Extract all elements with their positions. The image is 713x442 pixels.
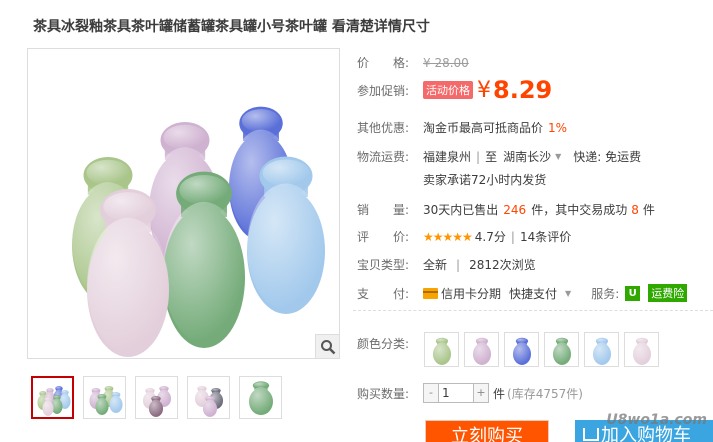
credit-card-icon [423,287,438,299]
shipping-fee: 快递: 免运费 [573,150,642,164]
review-link[interactable]: 14条评价 [520,228,571,245]
sales-suffix: 件 [642,203,655,217]
color-option-6[interactable] [624,332,659,367]
color-option-1[interactable] [424,332,459,367]
rating-label: 评 价: [357,230,410,244]
divider: | [476,149,481,164]
ship-from: 福建泉州 [423,150,472,164]
item-condition: 全新 [423,258,448,272]
payment-row: 支 付: 信用卡分期 快捷支付 ▼ 服务: U 运费险 [357,284,688,302]
other-percent: 1% [548,120,568,135]
rating-stars: ★★★★★ [423,229,473,244]
other-label: 其他优惠: [357,121,410,135]
shipping-row: 物流运费: 福建泉州 | 至 湖南长沙 ▼ 快递: 免运费 [357,148,641,165]
promo-label: 参加促销: [357,83,410,98]
watermark: U8wo1a.com [606,412,707,428]
shield-icon: U [625,285,641,301]
currency-symbol: ¥ [477,77,491,103]
credit-installment[interactable]: 信用卡分期 [441,285,501,302]
service-label: 服务: [591,286,620,301]
quantity-unit: 件 [493,386,506,401]
quantity-row: 购买数量: - 1 + 件 (库存4757件) [357,383,583,403]
quick-pay[interactable]: 快捷支付 [509,285,557,302]
chevron-down-icon[interactable]: ▼ [565,289,571,298]
price-row: 价 格: ¥ 28.00 [357,54,469,71]
rating-score: 4.7分 [474,230,506,244]
cart-icon [583,428,599,441]
color-option-3[interactable] [504,332,539,367]
quantity-stepper: - 1 + [423,383,489,403]
increment-button[interactable]: + [474,384,488,402]
sales-success: 8 [631,202,639,217]
buy-now-button[interactable]: 立刻购买 [425,420,549,442]
thumbnail-5[interactable] [239,376,282,419]
chevron-down-icon[interactable]: ▼ [555,152,561,161]
promo-tag: 活动价格 [423,81,473,99]
thumbnail-1[interactable] [31,376,74,419]
section-divider [353,310,713,311]
promo-row: 参加促销: 活动价格 ¥ 8.29 [357,76,552,104]
product-title: 茶具冰裂釉茶具茶叶罐储蓄罐茶具罐小号茶叶罐 看清楚详情尺寸 [33,19,430,35]
freight-insurance-badge: 运费险 [648,284,688,302]
other-text: 淘金币最高可抵商品价 [423,121,544,135]
item-type-row: 宝贝类型: 全新 | 2812次浏览 [357,256,536,273]
sales-mid: 件，其中交易成功 [531,203,628,217]
color-option-5[interactable] [584,332,619,367]
zoom-icon[interactable] [315,334,339,358]
thumbnail-3[interactable] [135,376,178,419]
tea-jars-photo [72,106,325,357]
stock-count: (库存4757件) [507,386,583,401]
sales-prefix: 30天内已售出 [423,203,499,217]
quantity-input[interactable]: 1 [438,384,474,402]
color-option-4[interactable] [544,332,579,367]
payment-label: 支 付: [357,286,410,301]
divider: | [510,229,515,244]
color-options [424,332,664,367]
sales-sold: 246 [503,202,527,217]
rating-row: 评 价: ★★★★★ 4.7分 | 14条评价 [357,228,571,245]
thumbnail-strip [31,376,282,419]
ship-to-city[interactable]: 湖南长沙 [503,148,551,165]
sales-label: 销 量: [357,203,410,217]
original-price: ¥ 28.00 [423,55,469,70]
quantity-label: 购买数量: [357,386,410,401]
ship-to-prefix: 至 [485,150,498,164]
other-discount-row: 其他优惠: 淘金币最高可抵商品价 1% [357,119,567,136]
main-product-image[interactable] [27,48,340,359]
thumbnail-2[interactable] [83,376,126,419]
shipping-promise-row: 卖家承诺72小时内发货 [423,171,546,188]
price-label: 价 格: [357,56,410,70]
shipping-label: 物流运费: [357,150,410,164]
view-count: 2812次浏览 [469,258,536,272]
type-label: 宝贝类型: [357,258,410,272]
divider: | [456,257,461,272]
color-option-2[interactable] [464,332,499,367]
decrement-button[interactable]: - [424,384,438,402]
color-label: 颜色分类: [357,337,410,351]
promo-price: 8.29 [493,76,553,104]
sales-row: 销 量: 30天内已售出 246 件，其中交易成功 8 件 [357,201,655,218]
color-row: 颜色分类: [357,332,423,352]
shipping-promise: 卖家承诺72小时内发货 [423,173,547,187]
thumbnail-4[interactable] [187,376,230,419]
